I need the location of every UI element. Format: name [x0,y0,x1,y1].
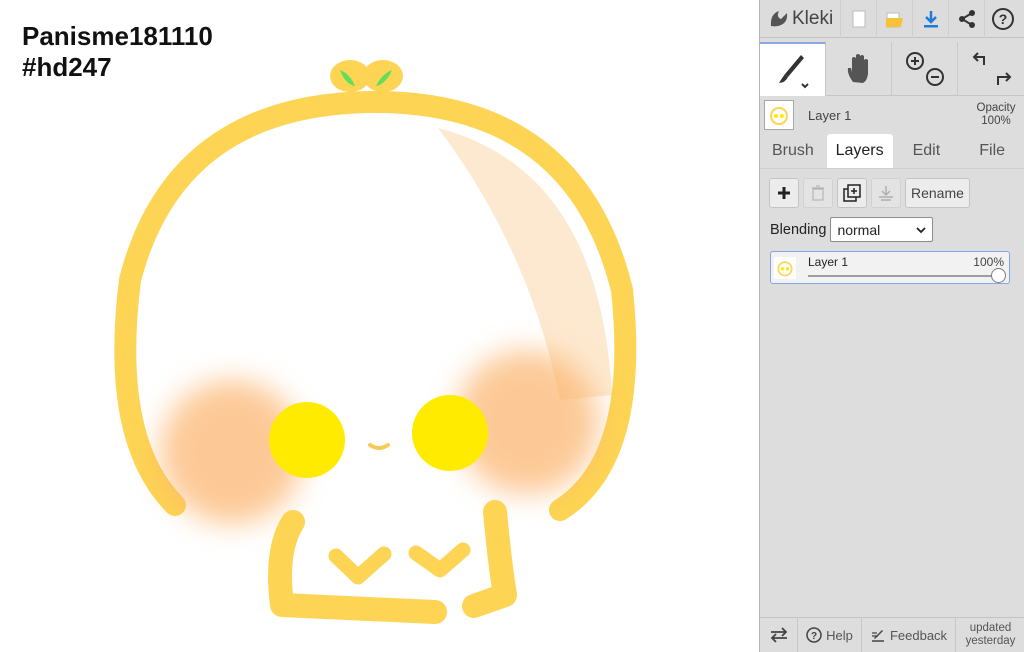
canvas-drawing [114,60,637,624]
layer-preview-icon [770,107,788,125]
side-panel: Kleki ? Layer 1 Opacity 100% Brush Layer… [759,0,1024,652]
zoom-in-icon[interactable] [901,49,949,89]
layer-item[interactable]: Layer 1 100% [770,251,1010,284]
kleki-logo-icon [770,10,788,26]
layer-item-name: Layer 1 [808,255,849,269]
canvas-text-tag: #hd247 [22,52,112,82]
right-eye [412,395,488,471]
tab-divider [760,168,1024,169]
tab-edit[interactable]: Edit [894,134,960,168]
zoom-buttons[interactable] [892,42,958,96]
current-layer-opacity: Opacity 100% [967,102,1024,128]
share-button[interactable] [948,0,984,38]
canvas-text-name: Panisme181110 [22,21,213,51]
hand-tool-button[interactable] [826,42,892,96]
duplicate-layer-button[interactable] [837,178,867,208]
drawing-canvas[interactable]: Panisme181110 #hd247 [0,0,759,652]
layer-actions: Rename [769,178,970,208]
chevron-down-icon [916,226,927,233]
tab-brush[interactable]: Brush [760,134,826,168]
trash-icon [812,185,824,201]
feedback-pen-icon [871,630,884,642]
history-buttons[interactable] [958,42,1024,96]
layer-item-opacity: 100% [973,255,1004,269]
left-eye [269,402,345,478]
right-hand [408,542,471,578]
help-icon: ? [991,7,1014,30]
brush-icon [778,55,809,89]
open-folder-icon [885,12,903,27]
current-layer-name: Layer 1 [808,107,852,123]
undo-icon[interactable] [966,49,1016,89]
svg-text:?: ? [998,11,1007,27]
feedback-link[interactable]: Feedback [862,618,956,652]
kleki-logo[interactable]: Kleki [760,0,840,38]
feedback-label: Feedback [889,627,948,643]
updated-line2: yesterday [965,635,1016,647]
blending-row: Blending normal [770,217,934,242]
rename-layer-button[interactable]: Rename [905,178,970,208]
download-icon [923,10,938,27]
download-button[interactable] [912,0,948,38]
layer-opacity-slider-handle[interactable] [990,268,1006,283]
plus-icon [778,187,790,199]
bottom-bar: ? Help Feedback updated yesterday [760,617,1024,652]
tool-row [760,42,1024,96]
app-name: Kleki [792,7,834,29]
open-file-button[interactable] [876,0,912,38]
updated-info[interactable]: updated yesterday [956,618,1024,652]
merge-layer-button[interactable] [871,178,901,208]
tab-file[interactable]: File [959,134,1024,168]
duplicate-icon [843,184,861,202]
tab-layers[interactable]: Layers [826,134,893,168]
blending-label: Blending [770,221,827,238]
help-link[interactable]: ? Help [798,618,862,652]
redo-icon [997,72,1012,85]
help-circle-icon: ? [806,627,822,643]
opacity-label: Opacity [976,102,1016,114]
share-icon [958,9,975,28]
new-image-button[interactable] [840,0,876,38]
brush-tool-button[interactable] [760,42,826,96]
help-button[interactable]: ? [984,0,1020,38]
merge-down-icon [879,186,893,201]
new-image-icon [852,10,865,27]
right-arm [462,500,517,618]
swap-side-button[interactable] [760,618,798,652]
current-layer-info: Layer 1 Opacity 100% [760,97,1024,133]
layer-thumbnail[interactable] [764,100,794,130]
svg-text:?: ? [811,631,817,642]
top-toolbar: Kleki ? [760,0,1024,38]
layer-opacity-slider[interactable] [808,275,998,277]
hand-icon [847,54,868,83]
layer-item-thumbnail [774,257,796,279]
opacity-value: 100% [981,115,1011,127]
left-hand [328,546,392,585]
swap-arrows-icon [770,627,787,643]
updated-line1: updated [969,622,1012,634]
mouth [368,443,390,450]
layer-preview-icon [777,261,793,277]
delete-layer-button[interactable] [803,178,833,208]
help-label: Help [826,627,853,643]
add-layer-button[interactable] [769,178,799,208]
blending-value: normal [837,221,881,238]
blending-select[interactable]: normal [830,217,934,242]
panel-tabs: Brush Layers Edit File [760,134,1024,168]
